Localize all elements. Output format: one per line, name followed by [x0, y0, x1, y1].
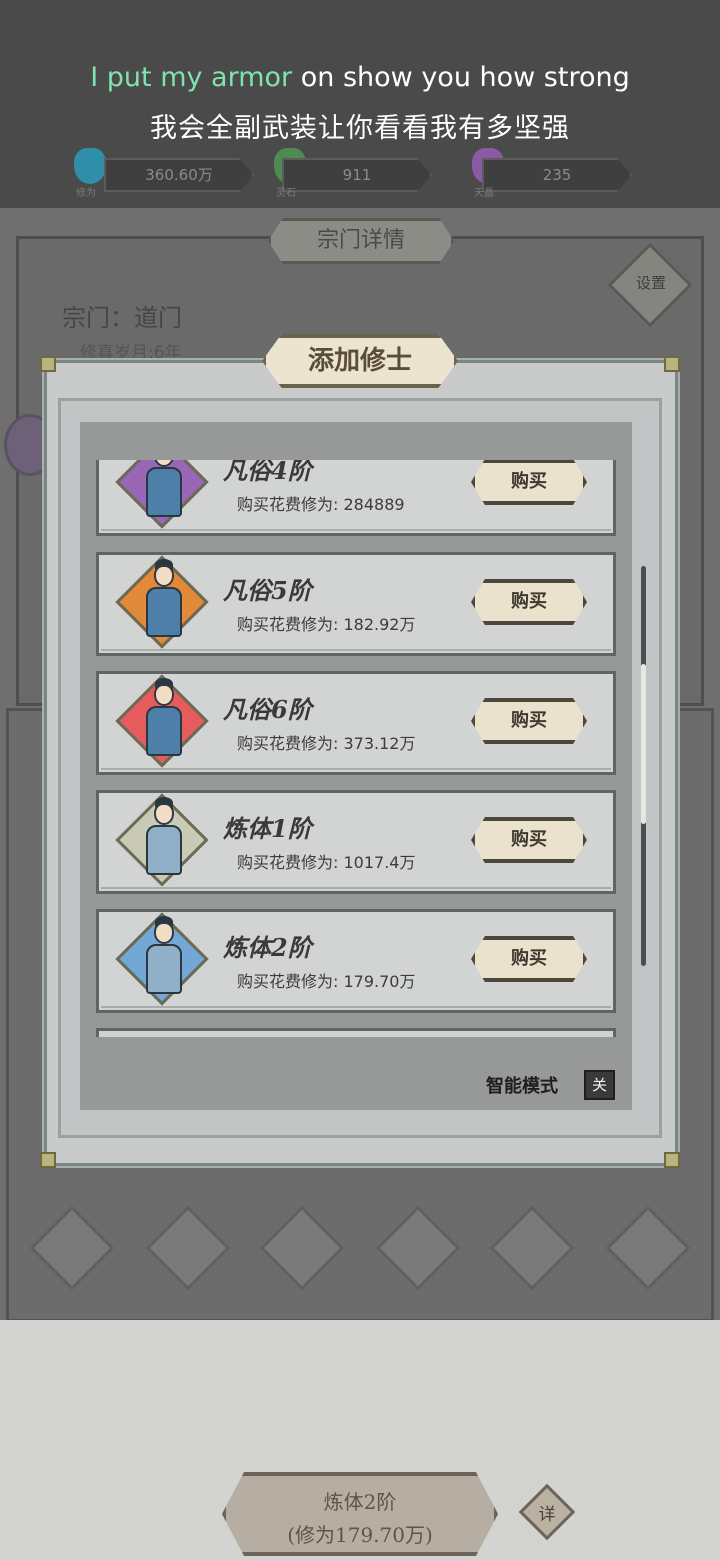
cultivator-cost: 购买花费修为: 182.92万 — [237, 615, 416, 634]
resource-crystal[interactable]: 235 — [482, 158, 632, 192]
buy-button[interactable]: 购买 — [471, 936, 587, 982]
flame-icon — [74, 148, 106, 184]
subtitle-rest: on show you how strong — [292, 62, 630, 93]
cultivator-name: 凡俗6阶 — [223, 695, 312, 724]
list-item: 炼体2阶 购买花费修为: 179.70万 购买 — [96, 909, 616, 1013]
list-item: 凡俗4阶 购买花费修为: 284889 购买 — [96, 460, 616, 536]
cultivator-name: 炼体1阶 — [223, 814, 312, 843]
resource-spirit-stone[interactable]: 911 — [282, 158, 432, 192]
cultivator-portrait-icon — [141, 916, 187, 1006]
resource-crystal-label: 天晶 — [474, 188, 494, 199]
subtitle-chinese: 我会全副武装让你看看我有多坚强 — [150, 113, 570, 144]
cultivator-cost: 购买花费修为: 179.70万 — [237, 972, 416, 991]
cultivator-portrait-icon — [141, 678, 187, 768]
cultivator-portrait-icon — [141, 797, 187, 887]
smart-mode-toggle[interactable]: 关 — [584, 1070, 615, 1100]
resource-cultivation-label: 修为 — [76, 188, 96, 199]
buy-button[interactable]: 购买 — [471, 579, 587, 625]
settings-label: 设置 — [635, 274, 666, 292]
sect-details-title: 宗门详情 — [268, 218, 454, 264]
cultivator-name: 凡俗5阶 — [223, 576, 312, 605]
modal-title: 添加修士 — [262, 334, 458, 388]
cultivator-name: 炼体2阶 — [223, 933, 312, 962]
corner-ornament — [664, 1152, 680, 1168]
list-item: 凡俗5阶 购买花费修为: 182.92万 购买 — [96, 552, 616, 656]
cultivator-cost: 购买花费修为: 284889 — [237, 495, 405, 514]
detail-label: 详 — [538, 1505, 556, 1525]
subtitle-english: I put my armor on show you how strong — [0, 62, 720, 93]
cultivator-cost: 购买花费修为: 373.12万 — [237, 734, 416, 753]
cultivator-list[interactable]: 凡俗4阶 购买花费修为: 284889 购买 凡俗5阶 购买花费修为: 182.… — [96, 460, 616, 1037]
buy-button[interactable]: 购买 — [471, 817, 587, 863]
cultivator-portrait-icon — [141, 559, 187, 649]
smart-mode-label: 智能模式 — [486, 1076, 558, 1097]
list-item: 炼体1阶 购买花费修为: 1017.4万 购买 — [96, 790, 616, 894]
resource-spirit-stone-label: 灵石 — [276, 188, 296, 199]
corner-ornament — [40, 356, 56, 372]
sect-name: 宗门：道门 — [62, 304, 182, 332]
cultivator-portrait-icon — [141, 460, 187, 529]
cultivator-cost: 购买花费修为: 1017.4万 — [237, 853, 416, 872]
list-item — [96, 1028, 616, 1037]
add-cultivator-button[interactable]: 炼体2阶 (修为179.70万) — [222, 1472, 498, 1556]
cultivator-name: 凡俗4阶 — [223, 460, 312, 485]
subtitle-highlight: I put my armor — [90, 62, 293, 93]
list-scrollbar-thumb[interactable] — [641, 664, 646, 824]
add-cultivator-button-rank: 炼体2阶 — [323, 1490, 397, 1514]
buy-button[interactable]: 购买 — [471, 698, 587, 744]
resource-cultivation[interactable]: 360.60万 — [104, 158, 254, 192]
list-item: 凡俗6阶 购买花费修为: 373.12万 购买 — [96, 671, 616, 775]
corner-ornament — [664, 356, 680, 372]
add-cultivator-button-cost: (修为179.70万) — [287, 1523, 433, 1547]
corner-ornament — [40, 1152, 56, 1168]
buy-button[interactable]: 购买 — [471, 460, 587, 505]
